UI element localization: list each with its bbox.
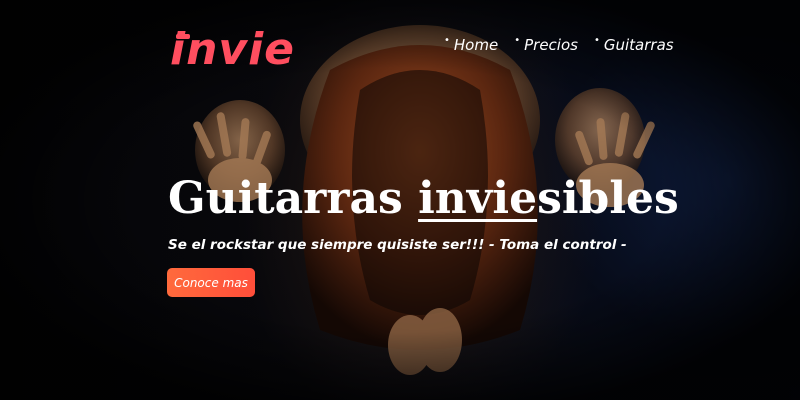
- main-nav: • Home • Precios • Guitarras: [444, 34, 674, 56]
- logo-accent-bar: [176, 34, 190, 39]
- logo-text: invie: [170, 24, 296, 75]
- nav-item-label: Home: [453, 36, 499, 54]
- hero-subtitle: Se el rockstar que siempre quisiste ser!…: [168, 237, 627, 253]
- conoce-mas-button[interactable]: Conoce mas: [167, 268, 255, 297]
- hero-title-prefix: Guitarras: [168, 173, 419, 224]
- brand-logo[interactable]: invie: [170, 24, 295, 76]
- nav-bullet-icon: •: [444, 35, 450, 46]
- nav-item-home[interactable]: • Home: [444, 34, 498, 56]
- nav-item-guitarras[interactable]: • Guitarras: [594, 34, 674, 56]
- nav-item-label: Precios: [524, 36, 578, 54]
- hero-title: Guitarras inviesibles: [168, 170, 679, 228]
- nav-item-label: Guitarras: [603, 36, 674, 54]
- nav-bullet-icon: •: [514, 35, 521, 46]
- nav-item-precios[interactable]: • Precios: [514, 34, 578, 56]
- hero-title-suffix: sibles: [537, 173, 679, 224]
- nav-bullet-icon: •: [593, 35, 600, 46]
- hero-section: invie • Home • Precios • Guitarras Guita…: [0, 0, 800, 400]
- hero-title-underlined: invie: [418, 173, 538, 224]
